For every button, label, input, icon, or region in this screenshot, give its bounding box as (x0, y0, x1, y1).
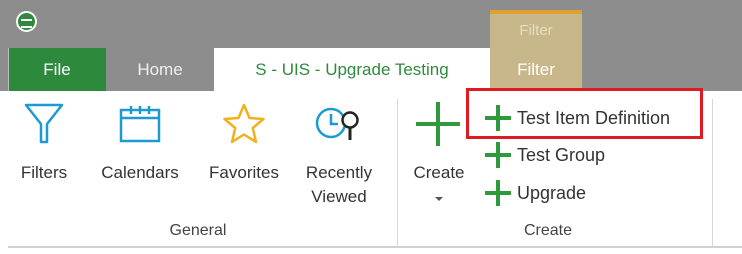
plus-icon (485, 180, 511, 206)
filters-label: Filters (20, 163, 68, 182)
test-group-label: Test Group (517, 144, 606, 165)
tab-uis-upgrade-testing[interactable]: S - UIS - Upgrade Testing (214, 48, 490, 91)
title-bar (0, 0, 742, 48)
recently-viewed-button[interactable]: Recently Viewed (296, 91, 382, 211)
large-plus-icon (416, 102, 460, 146)
tab-filter[interactable]: Filter (490, 48, 582, 91)
upgrade-label: Upgrade (517, 182, 587, 203)
create-group-label: Create (523, 222, 573, 239)
ribbon-tab-row: File Home S - UIS - Upgrade Testing Filt… (0, 48, 742, 91)
chevron-down-icon (435, 197, 443, 201)
group-separator (712, 99, 713, 247)
filters-button[interactable]: Filters (14, 91, 74, 211)
tab-home[interactable]: Home (106, 48, 214, 91)
upgrade-button[interactable]: Upgrade (485, 176, 586, 210)
favorites-label: Favorites (209, 163, 279, 182)
plus-icon (485, 142, 511, 168)
tab-file[interactable]: File (8, 48, 106, 91)
star-icon (223, 103, 265, 144)
group-separator (397, 99, 398, 247)
contextual-tab-header: Filter (490, 10, 582, 48)
calendar-icon (119, 106, 161, 143)
recent-search-icon (315, 107, 359, 140)
create-button[interactable]: Create (404, 91, 474, 216)
recently-viewed-label-line1: Recently (305, 163, 373, 182)
general-group-label: General (169, 222, 227, 239)
funnel-icon (24, 103, 64, 144)
test-group-button[interactable]: Test Group (485, 138, 605, 172)
recently-viewed-label-line2: Viewed (311, 187, 367, 206)
app-logo-icon[interactable] (16, 11, 37, 32)
calendars-button[interactable]: Calendars (94, 91, 186, 211)
create-label: Create (413, 163, 465, 182)
ribbon-bottom-border (8, 246, 742, 248)
highlight-box (466, 88, 703, 139)
calendars-label: Calendars (101, 163, 179, 182)
favorites-button[interactable]: Favorites (198, 91, 290, 211)
